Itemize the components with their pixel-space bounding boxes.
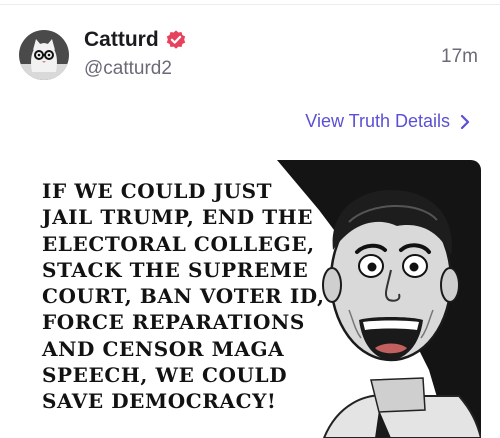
meme-line: SAVE DEMOCRACY!: [42, 389, 277, 414]
meme-line: AND CENSOR MAGA: [42, 336, 285, 361]
cat-avatar-icon: [19, 30, 69, 80]
meme-line: ELECTORAL COLLEGE,: [42, 231, 315, 256]
post-timestamp[interactable]: 17m: [441, 46, 478, 68]
meme-line: COURT, BAN VOTER ID,: [42, 284, 325, 309]
post-image[interactable]: IF WE COULD JUST JAIL TRUMP, END THE ELE…: [19, 160, 481, 438]
meme-line: SPEECH, WE COULD: [42, 363, 288, 388]
meme-caption: IF WE COULD JUST JAIL TRUMP, END THE ELE…: [42, 178, 325, 415]
author-display-name[interactable]: Catturd: [84, 28, 159, 52]
meme-line: STACK THE SUPREME: [42, 257, 309, 282]
meme-line: FORCE REPARATIONS: [42, 310, 305, 335]
verified-badge-icon: [166, 30, 185, 49]
author-name-row: Catturd: [84, 28, 187, 52]
view-truth-details-link[interactable]: View Truth Details: [305, 111, 470, 132]
meme-line: JAIL TRUMP, END THE: [42, 205, 314, 230]
chevron-right-icon: [460, 114, 470, 129]
meme-line: IF WE COULD JUST: [42, 179, 273, 203]
top-divider: [0, 0, 500, 5]
view-truth-details-label: View Truth Details: [305, 111, 450, 131]
user-avatar[interactable]: [19, 30, 69, 80]
author-handle[interactable]: @catturd2: [84, 58, 172, 80]
